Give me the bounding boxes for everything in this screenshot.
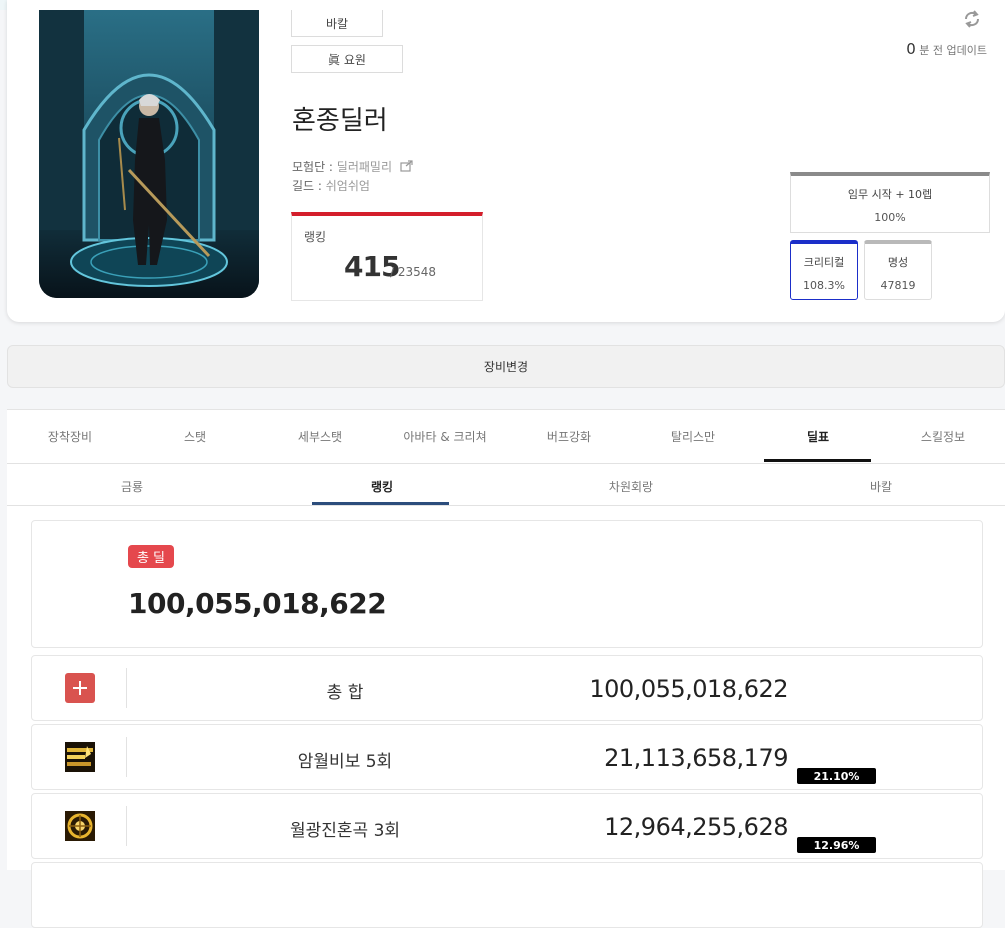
skill-damage: 21,113,658,179: [604, 744, 788, 772]
ranking-total: / 23548: [390, 265, 437, 279]
critical-title: 크리티컬: [803, 256, 845, 269]
fame-value: 47819: [880, 279, 916, 292]
tab-stats[interactable]: 스탯: [184, 428, 206, 445]
subtab-dimension-corridor[interactable]: 차원회랑: [609, 478, 653, 495]
character-name: 혼종딜러: [292, 106, 388, 136]
update-text: 분 전 업데이트: [919, 44, 987, 57]
update-status: 0 분 전 업데이트: [906, 40, 987, 58]
skill-icon-dark-moon: [65, 742, 95, 772]
skill-name: 암월비보 5회: [297, 752, 393, 772]
class-label: 眞 요원: [291, 45, 403, 73]
mission-title: 임무 시작 + 10렙: [847, 188, 933, 201]
mission-value: 100%: [874, 211, 906, 224]
guild-label: 길드 :: [292, 179, 326, 193]
skill-row: 월광진혼곡 3회 12,964,255,628 12.96%: [31, 793, 983, 859]
total-damage-card: 총 딜 100,055,018,622: [31, 520, 983, 648]
critical-value: 108.3%: [803, 279, 845, 292]
tab-talisman[interactable]: 탈리스만: [671, 428, 715, 445]
tab-skill-info[interactable]: 스킬정보: [921, 428, 965, 445]
plus-icon[interactable]: [65, 673, 95, 703]
total-damage-value: 100,055,018,622: [128, 587, 387, 620]
sub-tabs: 금룡 랭킹 차원회랑 바칼: [7, 464, 1005, 506]
ranking-box: 랭킹 415 / 23548: [291, 212, 483, 301]
ranking-label: 랭킹: [304, 230, 327, 244]
fame-stat: 명성 47819: [864, 240, 932, 300]
skill-row-total: 총 합 100,055,018,622: [31, 655, 983, 721]
adventure-info: 모험단 : 딜러패밀리: [292, 158, 414, 175]
skill-row: [31, 862, 983, 928]
update-minutes: 0: [906, 40, 916, 58]
active-subtab-indicator: [312, 502, 449, 505]
skill-damage: 100,055,018,622: [589, 675, 788, 703]
guild-value: 쉬엄쉬엄: [325, 179, 370, 193]
detail-panel: 장착장비 스탯 세부스탯 아바타 & 크리쳐 버프강화 탈리스만 딜표 스킬정보…: [7, 409, 1005, 928]
skill-icon-moonlight-requiem: [65, 811, 95, 841]
row-divider: [126, 737, 127, 777]
critical-stat: 크리티컬 108.3%: [790, 240, 858, 300]
skill-row: 암월비보 5회 21,113,658,179 21.10%: [31, 724, 983, 790]
change-equipment-button[interactable]: 장비변경: [7, 345, 1005, 388]
refresh-icon[interactable]: [962, 9, 982, 29]
tab-damage-table[interactable]: 딜표: [807, 428, 829, 445]
tab-equipment[interactable]: 장착장비: [48, 428, 92, 445]
row-divider: [126, 806, 127, 846]
guild-info: 길드 : 쉬엄쉬엄: [292, 177, 370, 194]
skill-name: 총 합: [326, 683, 364, 703]
subtab-ranking[interactable]: 랭킹: [371, 478, 393, 495]
active-tab-indicator: [764, 459, 871, 462]
skill-percent: 21.10%: [797, 768, 876, 784]
subtab-bakal[interactable]: 바칼: [870, 478, 892, 495]
row-divider: [126, 668, 127, 708]
tab-detail-stats[interactable]: 세부스탯: [298, 428, 342, 445]
mission-stat: 임무 시작 + 10렙 100%: [790, 172, 990, 233]
profile-card: 바칼 眞 요원 혼종딜러 모험단 : 딜러패밀리 길드 : 쉬엄쉬엄 랭킹 41…: [7, 0, 1005, 322]
main-tabs: 장착장비 스탯 세부스탯 아바타 & 크리쳐 버프강화 탈리스만 딜표 스킬정보: [7, 410, 1005, 464]
adventure-label: 모험단 :: [292, 160, 337, 174]
skill-name: 월광진혼곡 3회: [289, 821, 401, 841]
subtab-gold-dragon[interactable]: 금룡: [121, 478, 143, 495]
tab-buff[interactable]: 버프강화: [547, 428, 591, 445]
adventure-link[interactable]: 딜러패밀리: [337, 160, 392, 174]
skill-percent: 12.96%: [797, 837, 876, 853]
server-label: 바칼: [291, 10, 383, 37]
character-image: [39, 10, 259, 298]
skill-damage: 12,964,255,628: [604, 813, 788, 841]
total-damage-badge: 총 딜: [128, 545, 174, 568]
external-link-icon[interactable]: [400, 160, 414, 172]
tab-avatar-creature[interactable]: 아바타 & 크리쳐: [403, 428, 486, 445]
fame-title: 명성: [887, 256, 909, 269]
